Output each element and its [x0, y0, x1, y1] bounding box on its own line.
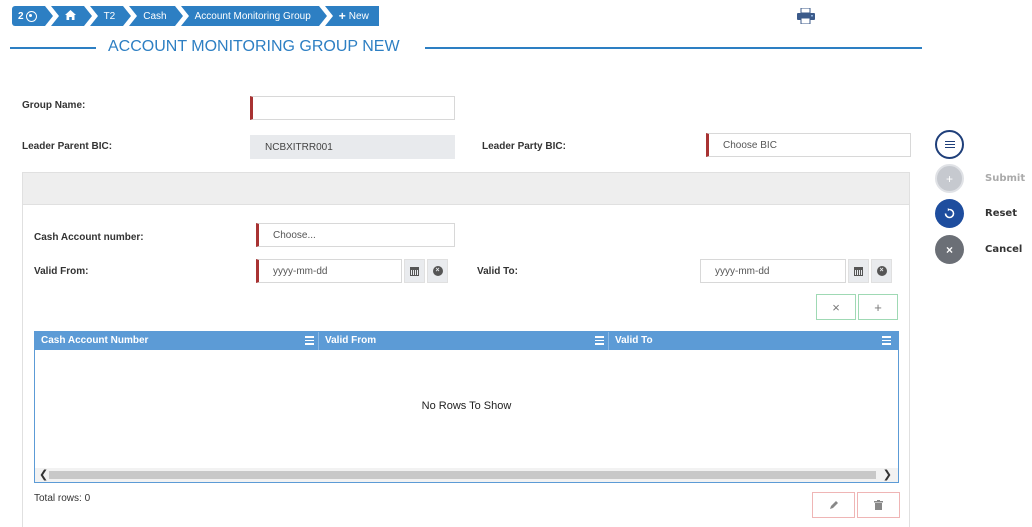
trash-icon [874, 500, 883, 510]
group-name-input[interactable] [250, 96, 455, 120]
horizontal-scrollbar[interactable]: ❮ ❯ [35, 468, 898, 482]
clear-icon: × [432, 266, 443, 276]
valid-to-calendar-button[interactable] [848, 259, 869, 283]
column-header-label: Cash Account Number [41, 335, 149, 346]
printer-icon[interactable] [797, 7, 815, 25]
column-header-label: Valid To [615, 335, 653, 346]
breadcrumb-history[interactable]: 2 [12, 6, 53, 26]
history-count: 2 [18, 10, 24, 22]
leader-parent-bic-label: Leader Parent BIC: [22, 141, 113, 152]
calendar-icon [854, 266, 863, 276]
pencil-icon [829, 501, 838, 509]
valid-to-input[interactable]: yyyy-mm-dd [700, 259, 846, 283]
cash-account-number-placeholder: Choose... [273, 229, 316, 241]
scroll-right-icon[interactable]: ❯ [883, 468, 892, 482]
eye-icon [25, 10, 37, 22]
page: 2 T2 Cash Account Monitoring Group + New… [0, 0, 1032, 527]
grid-empty-message: No Rows To Show [421, 400, 512, 412]
valid-to-label: Valid To: [477, 266, 518, 277]
submit-button[interactable]: + [935, 164, 964, 193]
column-header-cash-account-number[interactable]: Cash Account Number [35, 332, 319, 350]
breadcrumb-item-account-monitoring-group[interactable]: Account Monitoring Group [180, 6, 327, 26]
reset-button[interactable] [935, 199, 964, 228]
undo-icon [944, 208, 955, 219]
cash-account-number-input[interactable]: Choose... [256, 223, 455, 247]
close-icon: × [945, 242, 953, 257]
title-row: ACCOUNT MONITORING GROUP NEW [10, 38, 922, 58]
reset-label[interactable]: Reset [985, 208, 1017, 219]
breadcrumb-item-new-label: New [348, 10, 369, 22]
add-row-button[interactable]: + [858, 294, 898, 320]
breadcrumb: 2 T2 Cash Account Monitoring Group + New [12, 6, 385, 26]
column-menu-icon[interactable] [882, 336, 891, 345]
valid-to-placeholder: yyyy-mm-dd [715, 265, 770, 277]
scroll-left-icon[interactable]: ❮ [39, 468, 48, 482]
cancel-button[interactable]: × [935, 235, 964, 264]
column-menu-icon[interactable] [305, 336, 314, 345]
valid-from-label: Valid From: [34, 266, 89, 277]
valid-from-calendar-button[interactable] [404, 259, 425, 283]
panel-header [22, 172, 910, 205]
cancel-label[interactable]: Cancel [985, 244, 1022, 255]
column-header-valid-to[interactable]: Valid To [609, 332, 898, 350]
close-icon: × [832, 299, 840, 315]
plus-icon: + [338, 9, 346, 23]
menu-list-button[interactable] [935, 130, 964, 159]
breadcrumb-home[interactable] [50, 6, 92, 26]
cash-account-grid: Cash Account Number Valid From Valid To … [34, 331, 899, 483]
scrollbar-track[interactable] [49, 471, 876, 479]
column-header-valid-from[interactable]: Valid From [319, 332, 609, 350]
column-menu-icon[interactable] [595, 336, 604, 345]
plus-icon: + [874, 299, 882, 315]
valid-from-clear-button[interactable]: × [427, 259, 448, 283]
submit-label[interactable]: Submit [985, 173, 1025, 184]
clear-icon: × [876, 266, 887, 276]
clear-row-button[interactable]: × [816, 294, 856, 320]
valid-to-clear-button[interactable]: × [871, 259, 892, 283]
edit-row-button[interactable] [812, 492, 855, 518]
grid-header: Cash Account Number Valid From Valid To [35, 332, 898, 350]
breadcrumb-item-t2[interactable]: T2 [89, 6, 131, 26]
breadcrumb-item-new[interactable]: + New [324, 6, 379, 26]
title-divider-right [425, 47, 922, 49]
breadcrumb-item-cash[interactable]: Cash [129, 6, 184, 26]
leader-parent-bic-value: NCBXITRR001 [265, 141, 333, 153]
group-name-label: Group Name: [22, 100, 86, 111]
total-rows: Total rows: 0 [34, 493, 91, 504]
delete-row-button[interactable] [857, 492, 900, 518]
plus-icon: + [945, 171, 953, 186]
leader-party-bic-label: Leader Party BIC: [482, 141, 566, 152]
valid-from-placeholder: yyyy-mm-dd [273, 265, 328, 277]
column-header-label: Valid From [325, 335, 377, 346]
calendar-icon [410, 266, 419, 276]
list-icon [944, 139, 955, 150]
leader-party-bic-placeholder: Choose BIC [723, 139, 777, 151]
valid-from-input[interactable]: yyyy-mm-dd [256, 259, 402, 283]
cash-account-number-label: Cash Account number: [34, 232, 144, 243]
leader-party-bic-input[interactable]: Choose BIC [706, 133, 911, 157]
leader-parent-bic-field: NCBXITRR001 [250, 135, 455, 159]
home-icon [64, 9, 76, 23]
title-divider-left [10, 47, 96, 49]
page-title: ACCOUNT MONITORING GROUP NEW [108, 38, 400, 55]
